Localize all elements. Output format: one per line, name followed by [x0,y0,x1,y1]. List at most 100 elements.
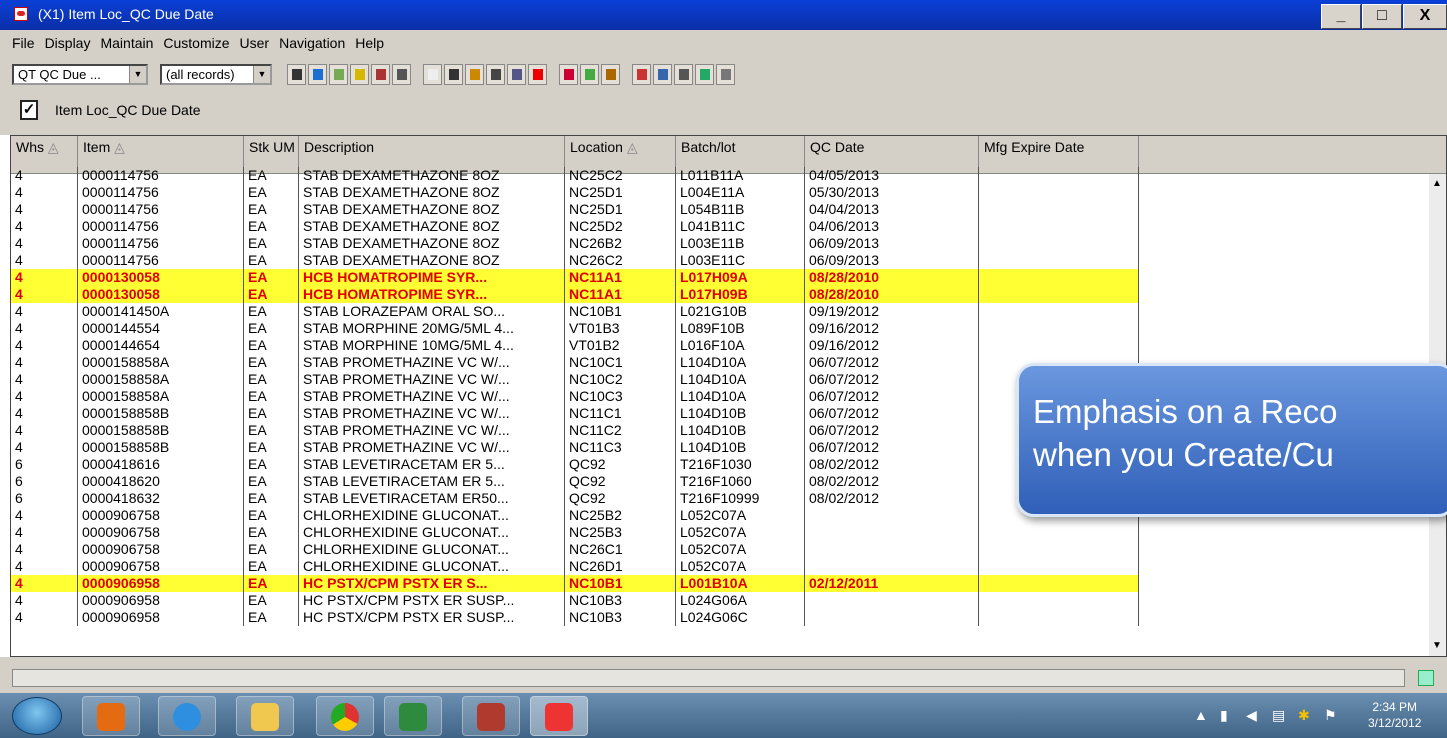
cell-qc: 08/28/2010 [805,286,979,303]
table-row[interactable]: 4 0000158858B EA STAB PROMETHAZINE VC W/...… [11,405,1139,422]
menu-user[interactable]: User [240,30,270,57]
tool-button[interactable] [716,64,735,85]
edit-all-button[interactable] [465,64,484,85]
edit-button[interactable] [444,64,463,85]
device-icon[interactable]: ▤ [1272,707,1285,724]
scroll-up-icon[interactable]: ▲ [1431,178,1443,189]
cell-um: EA [244,609,299,626]
flag-icon[interactable]: ⚑ [1324,707,1337,724]
scroll-down-icon[interactable]: ▼ [1431,640,1443,651]
start-button[interactable] [12,697,62,735]
table-row[interactable]: 4 0000114756 EA STAB DEXAMETHAZONE 8OZ NC25D… [11,201,1139,218]
cell-desc: STAB DEXAMETHAZONE 8OZ [299,235,565,252]
print-preview-button[interactable] [371,64,390,85]
cell-whs: 4 [11,558,78,575]
cell-qc: 08/02/2012 [805,490,979,507]
taskbar-app-ie[interactable] [158,696,216,736]
cell-um: EA [244,320,299,337]
table-row[interactable]: 4 0000906758 EA CHLORHEXIDINE GLUCONAT... NC… [11,524,1139,541]
table-row[interactable]: 4 0000144654 EA STAB MORPHINE 10MG/5ML 4...… [11,337,1139,354]
export-button[interactable] [580,64,599,85]
tray-app-icon[interactable]: ✱ [1298,707,1310,724]
taskbar-app-current[interactable] [530,696,588,736]
excel-icon [399,703,427,731]
taskbar-app-excel[interactable] [384,696,442,736]
table-row[interactable]: 4 0000114756 EA STAB DEXAMETHAZONE 8OZ NC26C… [11,252,1139,269]
network-icon[interactable]: ▮ [1220,707,1228,724]
copy-button[interactable] [507,64,526,85]
table-row-highlighted[interactable]: 4 0000130058 EA HCB HOMATROPIME SYR... NC11A… [11,269,1139,286]
show-hidden-icons[interactable]: ▲ [1194,707,1208,723]
clock-time: 2:34 PM [1372,700,1418,714]
table-row[interactable]: 4 0000906958 EA HC PSTX/CPM PSTX ER SUSP...… [11,609,1139,626]
cell-um: EA [244,541,299,558]
menu-file[interactable]: File [12,30,35,57]
column-button[interactable] [486,64,505,85]
export-icon [585,69,595,80]
table-row[interactable]: 4 0000906758 EA CHLORHEXIDINE GLUCONAT... NC… [11,507,1139,524]
record-button[interactable] [559,64,578,85]
print-button[interactable] [392,64,411,85]
system-clock[interactable]: 2:34 PM 3/12/2012 [1368,699,1421,731]
menu-display[interactable]: Display [45,30,91,57]
tool-button[interactable] [695,64,714,85]
cell-um: EA [244,337,299,354]
table-row[interactable]: 4 0000906758 EA CHLORHEXIDINE GLUCONAT... NC… [11,558,1139,575]
taskbar-app-outlook[interactable] [82,696,140,736]
cell-item: 0000130058 [78,286,244,303]
table-row[interactable]: 4 0000144554 EA STAB MORPHINE 20MG/5ML 4...… [11,320,1139,337]
table-row[interactable]: 4 0000114756 EA STAB DEXAMETHAZONE 8OZ NC25C… [11,167,1139,184]
view-select[interactable]: QT QC Due ... ▼ [12,64,148,85]
filter-select[interactable]: (all records) ▼ [160,64,272,85]
table-row-highlighted[interactable]: 4 0000130058 EA HCB HOMATROPIME SYR... NC11A… [11,286,1139,303]
menu-customize[interactable]: Customize [163,30,229,57]
cell-item: 0000141450A [78,303,244,320]
delete-icon [533,69,543,80]
cell-lot: L003E11C [676,252,805,269]
table-row[interactable]: 4 0000906958 EA HC PSTX/CPM PSTX ER SUSP...… [11,592,1139,609]
table-row[interactable]: 4 0000114756 EA STAB DEXAMETHAZONE 8OZ NC26B… [11,235,1139,252]
table-row[interactable]: 4 0000158858B EA STAB PROMETHAZINE VC W/...… [11,439,1139,456]
cell-qc [805,592,979,609]
table-row[interactable]: 6 0000418616 EA STAB LEVETIRACETAM ER 5... Q… [11,456,1139,473]
tool-button[interactable] [632,64,651,85]
chevron-down-icon[interactable]: ▼ [129,66,146,83]
note-button[interactable] [350,64,369,85]
tool-button[interactable] [653,64,672,85]
table-row[interactable]: 6 0000418632 EA STAB LEVETIRACETAM ER50... Q… [11,490,1139,507]
menu-maintain[interactable]: Maintain [100,30,153,57]
menu-navigation[interactable]: Navigation [279,30,345,57]
table-row[interactable]: 4 0000158858A EA STAB PROMETHAZINE VC W/...… [11,354,1139,371]
volume-icon[interactable]: ◀ [1246,707,1257,724]
table-row[interactable]: 4 0000114756 EA STAB DEXAMETHAZONE 8OZ NC25D… [11,218,1139,235]
cell-loc: NC11C3 [565,439,676,456]
table-row[interactable]: 4 0000906758 EA CHLORHEXIDINE GLUCONAT... NC… [11,541,1139,558]
close-button[interactable]: X [1403,4,1447,29]
table-row[interactable]: 4 0000141450A EA STAB LORAZEPAM ORAL SO... N… [11,303,1139,320]
table-row[interactable]: 4 0000158858A EA STAB PROMETHAZINE VC W/...… [11,371,1139,388]
zoom-button[interactable] [308,64,327,85]
menu-help[interactable]: Help [355,30,384,57]
glasses-button[interactable] [329,64,348,85]
taskbar-app-explorer[interactable] [236,696,294,736]
new-button[interactable] [423,64,442,85]
taskbar-app-access[interactable] [462,696,520,736]
table-row[interactable]: 4 0000158858B EA STAB PROMETHAZINE VC W/...… [11,422,1139,439]
table-row[interactable]: 6 0000418620 EA STAB LEVETIRACETAM ER 5... Q… [11,473,1139,490]
grid-icon[interactable] [1418,670,1434,686]
table-row[interactable]: 4 0000114756 EA STAB DEXAMETHAZONE 8OZ NC25D… [11,184,1139,201]
binoculars-button[interactable] [287,64,306,85]
taskbar-app-chrome[interactable] [316,696,374,736]
chevron-down-icon[interactable]: ▼ [253,66,270,83]
cell-um: EA [244,286,299,303]
maximize-button[interactable]: □ [1362,4,1402,29]
cell-qc [805,541,979,558]
minimize-button[interactable]: _ [1321,4,1361,29]
tool-button[interactable] [674,64,693,85]
table-row-highlighted[interactable]: 4 0000906958 EA HC PSTX/CPM PSTX ER S... NC1… [11,575,1139,592]
tool-button[interactable] [601,64,620,85]
cell-mfg [979,252,1139,269]
table-row[interactable]: 4 0000158858A EA STAB PROMETHAZINE VC W/...… [11,388,1139,405]
cell-desc: STAB PROMETHAZINE VC W/... [299,439,565,456]
delete-button[interactable] [528,64,547,85]
